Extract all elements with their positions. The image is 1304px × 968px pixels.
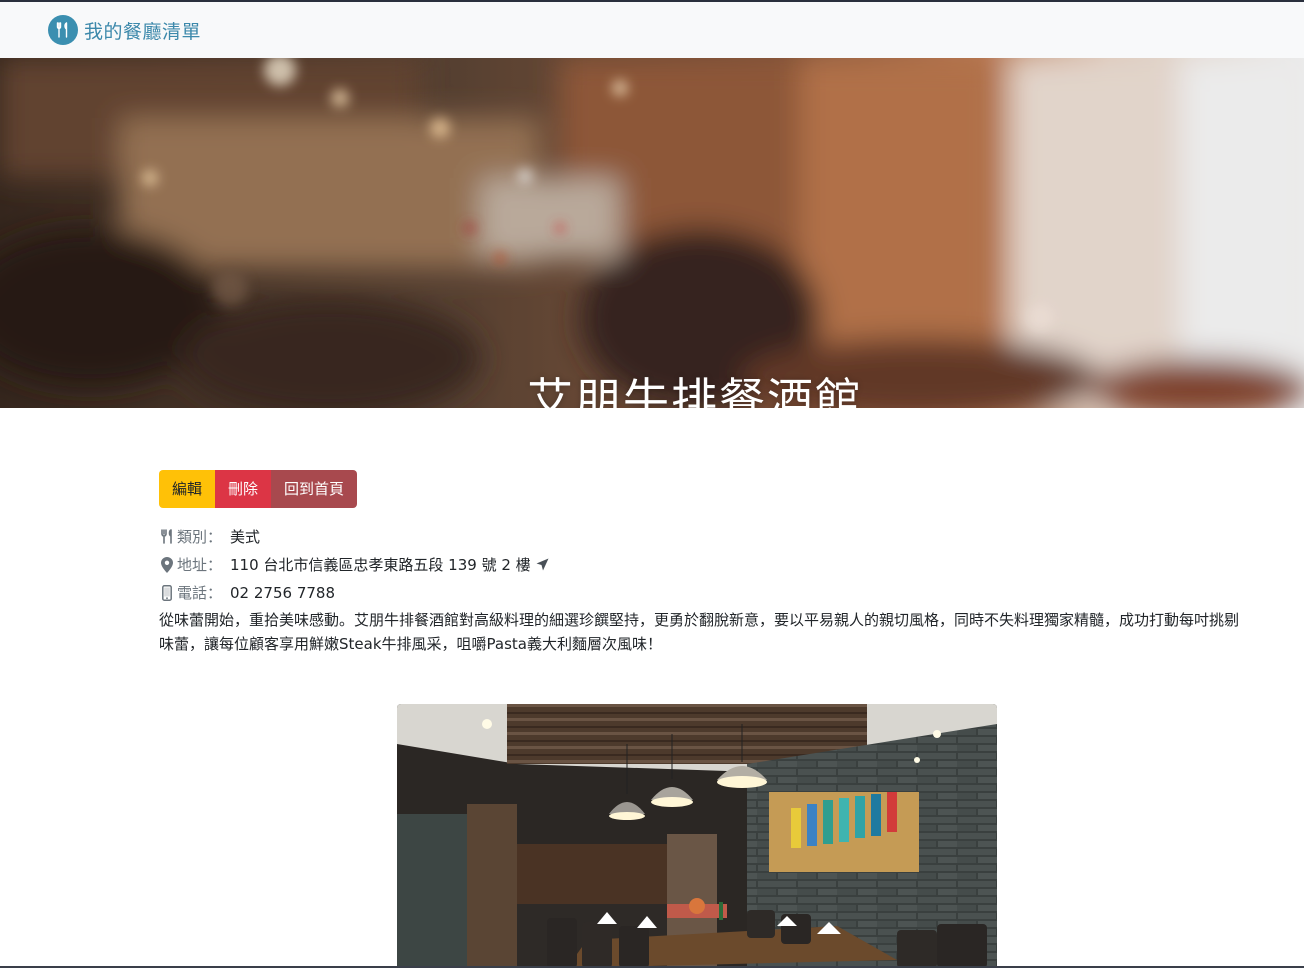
back-to-home-button[interactable]: 回到首頁 <box>271 470 358 508</box>
delete-button[interactable]: 刪除 <box>215 470 272 508</box>
category-value: 美式 <box>230 528 261 546</box>
navbar: 我的餐廳清單 <box>0 2 1304 58</box>
mobile-phone-icon <box>159 584 175 601</box>
utensils-icon <box>48 15 78 45</box>
action-button-group: 編輯 刪除 回到首頁 <box>159 470 358 508</box>
address-label: 地址： <box>177 556 223 574</box>
location-arrow-icon[interactable] <box>535 557 551 573</box>
category-label: 類別： <box>177 528 223 546</box>
phone-value: 02 2756 7788 <box>230 583 335 602</box>
phone-row: 電話： 02 2756 7788 <box>159 582 335 603</box>
edit-button[interactable]: 編輯 <box>159 470 216 508</box>
utensils-icon <box>159 529 175 545</box>
phone-label: 電話： <box>177 584 223 602</box>
brand-title: 我的餐廳清單 <box>84 20 202 43</box>
address-value: 110 台北市信義區忠孝東路五段 139 號 2 樓 <box>230 556 531 574</box>
hero-banner: 艾朋牛排餐酒館 <box>0 58 1304 408</box>
map-marker-icon <box>159 556 175 573</box>
hero-background-image <box>0 58 1304 408</box>
address-row: 地址： 110 台北市信義區忠孝東路五段 139 號 2 樓 <box>159 554 553 575</box>
restaurant-description: 從味蕾開始，重拾美味感動。艾朋牛排餐酒館對高級料理的細選珍饌堅持，更勇於翻脫新意… <box>159 611 1240 653</box>
restaurant-photo <box>397 704 997 968</box>
restaurant-title: 艾朋牛排餐酒館 <box>527 373 863 408</box>
category-row: 類別： 美式 <box>159 526 260 547</box>
brand-link[interactable]: 我的餐廳清單 <box>48 14 201 46</box>
